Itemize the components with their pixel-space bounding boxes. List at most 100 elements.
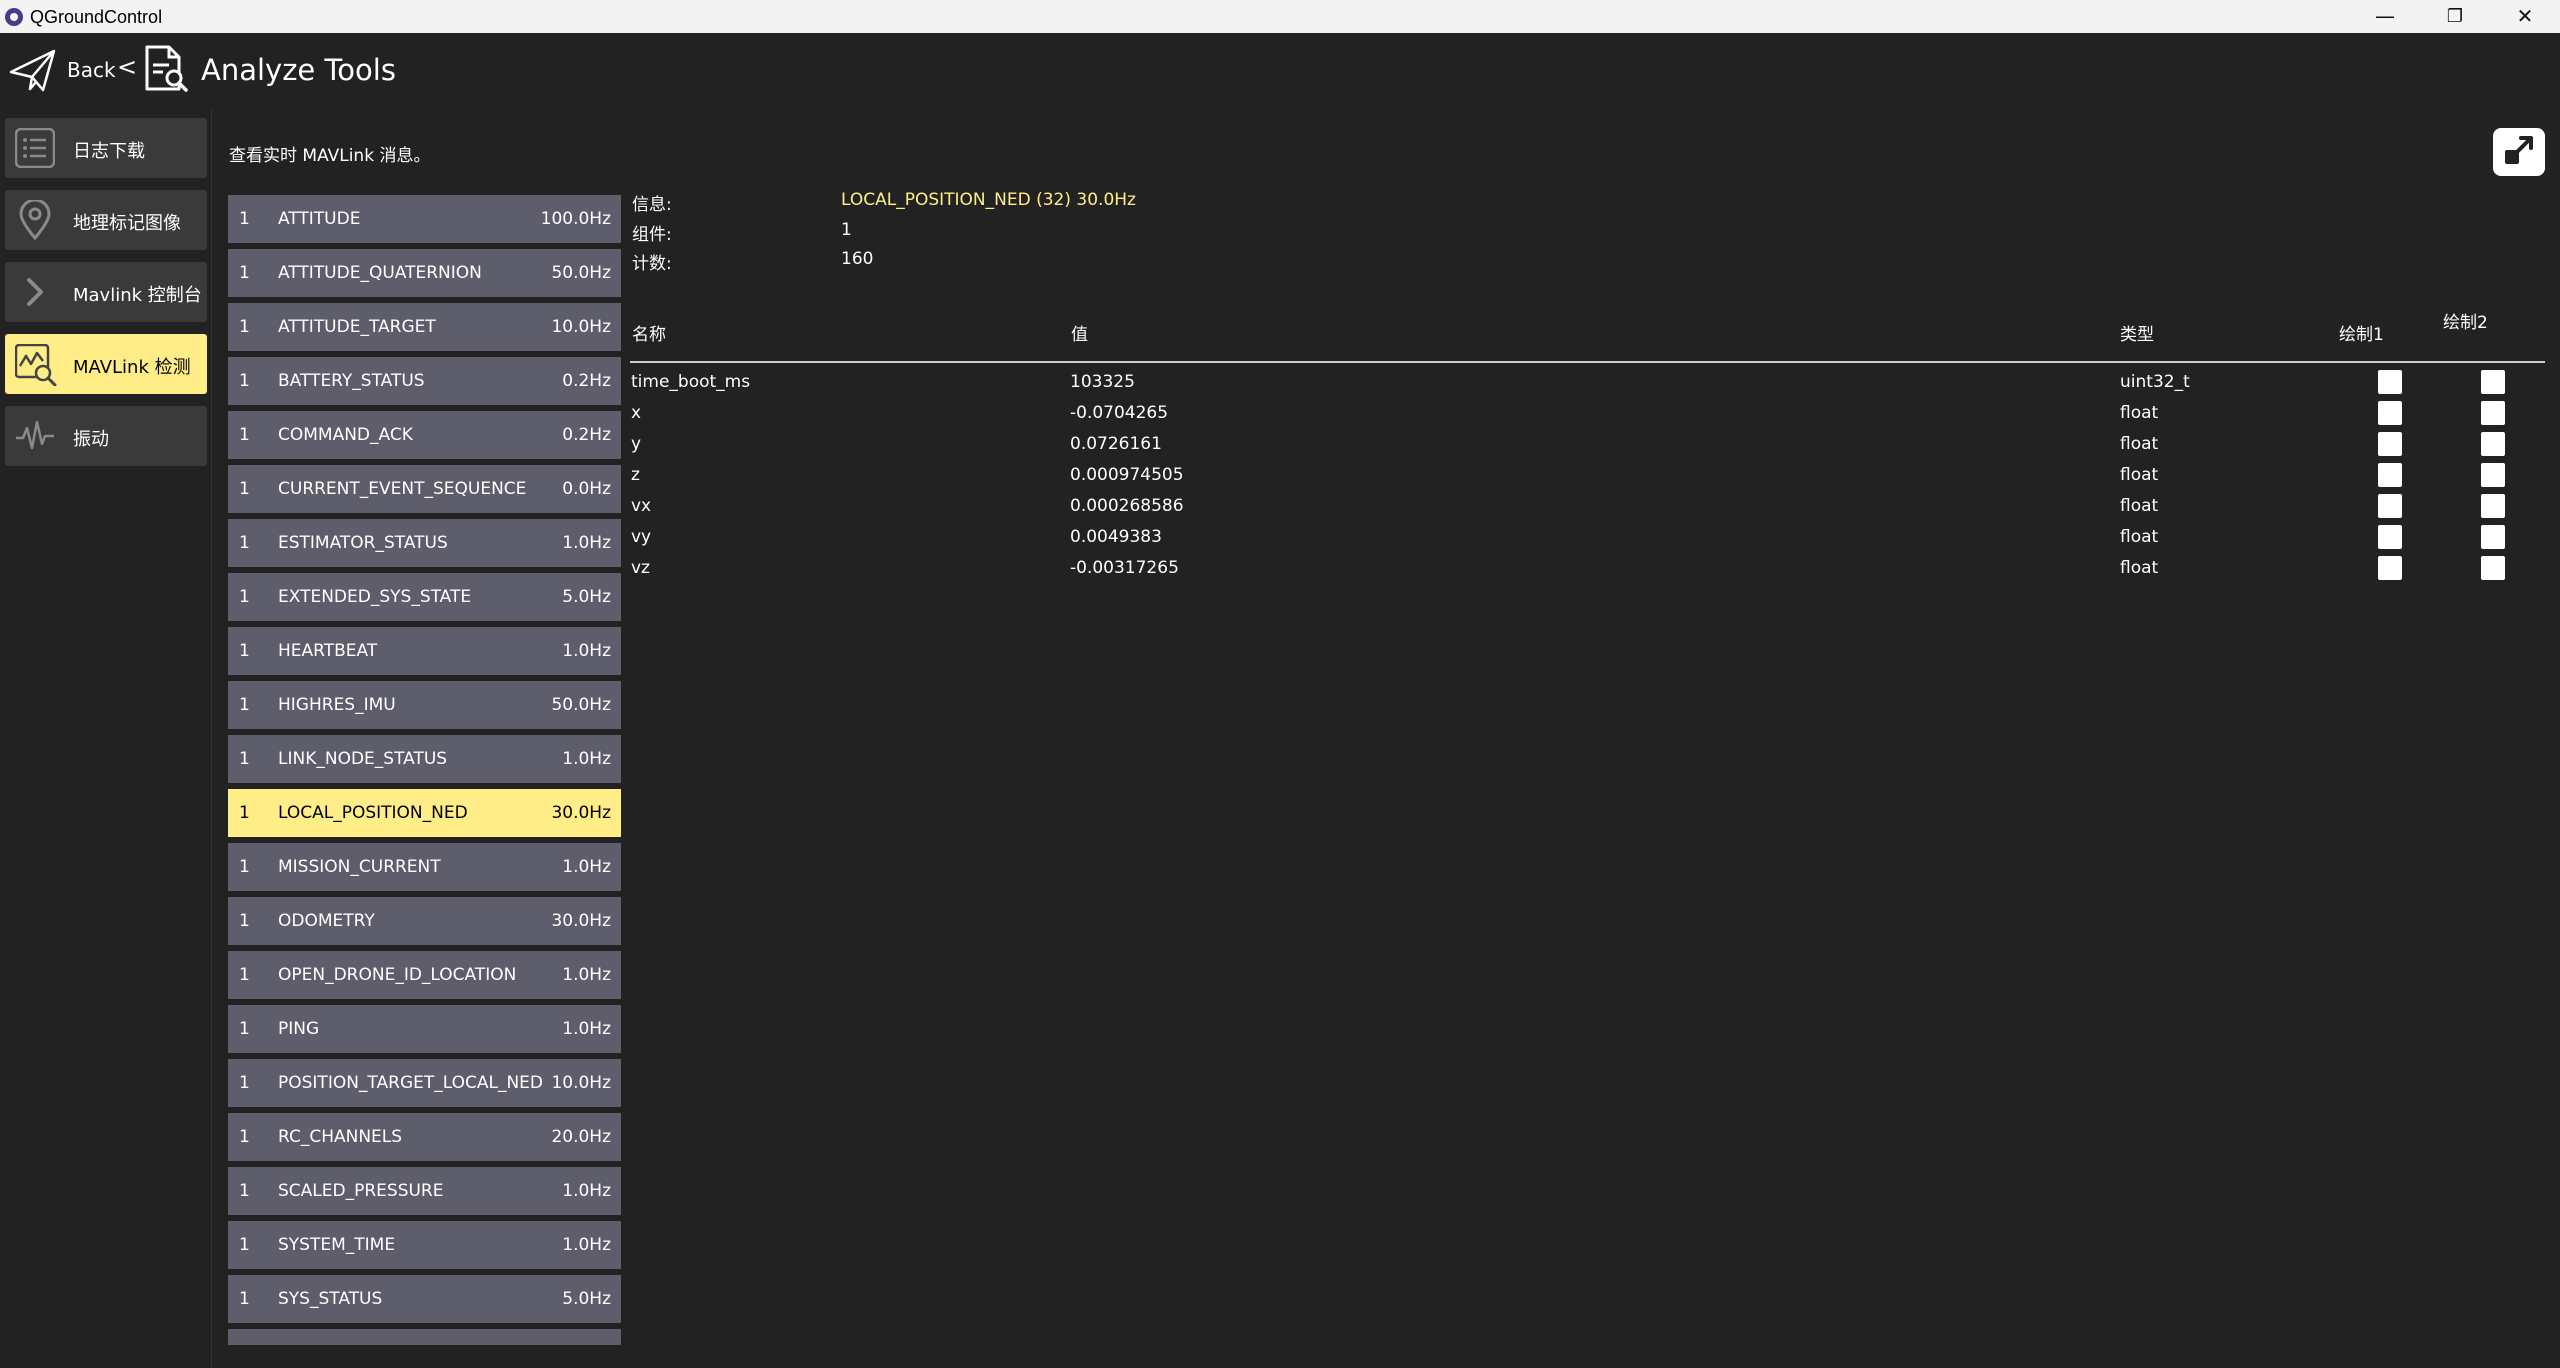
message-row[interactable]: 1 ATTITUDE_QUATERNION 50.0Hz	[228, 249, 621, 297]
message-row[interactable]: 1 ESTIMATOR_STATUS 1.0Hz	[228, 519, 621, 567]
table-header-divider	[630, 361, 2545, 363]
message-row-selected[interactable]: 1 LOCAL_POSITION_NED 30.0Hz	[228, 789, 621, 837]
message-row[interactable]: 1 MISSION_CURRENT 1.0Hz	[228, 843, 621, 891]
message-row[interactable]: 1 HEARTBEAT 1.0Hz	[228, 627, 621, 675]
plot2-checkbox[interactable]	[2481, 556, 2505, 580]
message-name: LINK_NODE_STATUS	[278, 749, 448, 769]
message-row[interactable]: 1 ODOMETRY 30.0Hz	[228, 897, 621, 945]
plot1-checkbox[interactable]	[2378, 432, 2402, 456]
component-label: 组件:	[632, 225, 672, 245]
column-header-name: 名称	[632, 325, 666, 345]
message-name: SYS_STATUS	[278, 1289, 383, 1309]
message-detail-panel: 信息: LOCAL_POSITION_NED (32) 30.0Hz 组件: 1…	[630, 185, 2545, 605]
window-title-bar: QGroundControl — ❐ ✕	[0, 0, 2560, 33]
column-header-plot2: 绘制2	[2443, 313, 2488, 333]
sidebar-item-vibration[interactable]: 振动	[5, 406, 207, 466]
plot1-checkbox[interactable]	[2378, 370, 2402, 394]
sidebar-item-label: 振动	[73, 429, 109, 450]
message-row[interactable]: 1 ATTITUDE 100.0Hz	[228, 195, 621, 243]
message-name: POSITION_TARGET_LOCAL_NED	[278, 1073, 544, 1093]
message-row[interactable]: 1 ATTITUDE_TARGET 10.0Hz	[228, 303, 621, 351]
message-name: RC_CHANNELS	[278, 1127, 403, 1147]
message-row[interactable]: 1 COMMAND_ACK 0.2Hz	[228, 411, 621, 459]
plot2-checkbox[interactable]	[2481, 494, 2505, 518]
plot1-checkbox[interactable]	[2378, 525, 2402, 549]
analyze-sidebar: 日志下载 地理标记图像 Mavlink 控制台 MAVLink 检测 振动	[0, 108, 212, 1368]
message-component-id: 1	[239, 209, 250, 229]
plot2-checkbox[interactable]	[2481, 525, 2505, 549]
message-component-id: 1	[239, 1019, 250, 1039]
message-name: ATTITUDE_TARGET	[278, 317, 436, 337]
field-value: -0.00317265	[1070, 558, 1179, 578]
message-component-id: 1	[239, 857, 250, 877]
message-component-id: 1	[239, 263, 250, 283]
field-name: time_boot_ms	[631, 372, 751, 392]
message-row[interactable]: 1 CURRENT_EVENT_SEQUENCE 0.0Hz	[228, 465, 621, 513]
message-name: ESTIMATOR_STATUS	[278, 533, 448, 553]
message-name: ATTITUDE_QUATERNION	[278, 263, 482, 283]
plot2-checkbox[interactable]	[2481, 370, 2505, 394]
message-row[interactable]: 1 PING 1.0Hz	[228, 1005, 621, 1053]
message-row[interactable]: 1 HIGHRES_IMU 50.0Hz	[228, 681, 621, 729]
message-rate: 1.0Hz	[562, 1235, 611, 1255]
plot2-checkbox[interactable]	[2481, 463, 2505, 487]
message-name: ATTITUDE	[278, 209, 361, 229]
component-value: 1	[841, 220, 852, 240]
message-row[interactable]: 1 SCALED_PRESSURE 1.0Hz	[228, 1167, 621, 1215]
field-value: 103325	[1070, 372, 1135, 392]
message-name: SCALED_PRESSURE	[278, 1181, 444, 1201]
minimize-button[interactable]: —	[2350, 0, 2420, 33]
plot2-checkbox[interactable]	[2481, 401, 2505, 425]
message-component-id: 1	[239, 803, 250, 823]
mavlink-message-list[interactable]: 1 ATTITUDE 100.0Hz 1 ATTITUDE_QUATERNION 50.0…	[228, 195, 621, 1345]
plot2-checkbox[interactable]	[2481, 432, 2505, 456]
sidebar-item-log-download[interactable]: 日志下载	[5, 118, 207, 178]
sidebar-item-mavlink-inspector[interactable]: MAVLink 检测	[5, 334, 207, 394]
plot1-checkbox[interactable]	[2378, 463, 2402, 487]
field-name: y	[631, 434, 642, 454]
message-rate: 0.2Hz	[562, 425, 611, 445]
sidebar-item-label: 地理标记图像	[73, 213, 181, 234]
field-type: float	[2120, 558, 2159, 578]
message-rate: 1.0Hz	[562, 1019, 611, 1039]
column-header-type: 类型	[2120, 325, 2154, 345]
field-name: x	[631, 403, 642, 423]
map-pin-icon	[15, 198, 55, 241]
message-component-id: 1	[239, 533, 250, 553]
message-component-id: 1	[239, 371, 250, 391]
message-name: HIGHRES_IMU	[278, 695, 396, 715]
sidebar-item-mavlink-console[interactable]: Mavlink 控制台	[5, 262, 207, 322]
close-button[interactable]: ✕	[2490, 0, 2560, 33]
chevron-right-icon	[15, 272, 55, 312]
sidebar-item-geotag-images[interactable]: 地理标记图像	[5, 190, 207, 250]
paper-plane-icon[interactable]	[8, 45, 58, 99]
back-button[interactable]: Back	[67, 58, 116, 82]
message-row[interactable]: 1 LINK_NODE_STATUS 1.0Hz	[228, 735, 621, 783]
message-row[interactable]: 1 RC_CHANNELS 20.0Hz	[228, 1113, 621, 1161]
message-row[interactable]	[228, 1329, 621, 1345]
message-component-id: 1	[239, 1127, 250, 1147]
popout-icon	[2505, 136, 2533, 164]
message-row[interactable]: 1 SYSTEM_TIME 1.0Hz	[228, 1221, 621, 1269]
sidebar-item-label: 日志下载	[73, 141, 145, 162]
plot1-checkbox[interactable]	[2378, 556, 2402, 580]
message-row[interactable]: 1 POSITION_TARGET_LOCAL_NED 10.0Hz	[228, 1059, 621, 1107]
message-name: SYSTEM_TIME	[278, 1235, 396, 1255]
plot1-checkbox[interactable]	[2378, 494, 2402, 518]
message-row[interactable]: 1 BATTERY_STATUS 0.2Hz	[228, 357, 621, 405]
message-component-id: 1	[239, 749, 250, 769]
message-row[interactable]: 1 EXTENDED_SYS_STATE 5.0Hz	[228, 573, 621, 621]
message-row[interactable]: 1 OPEN_DRONE_ID_LOCATION 1.0Hz	[228, 951, 621, 999]
maximize-button[interactable]: ❐	[2420, 0, 2490, 33]
page-description: 查看实时 MAVLink 消息。	[229, 146, 431, 166]
field-value: 0.000974505	[1070, 465, 1184, 485]
sidebar-item-label: Mavlink 控制台	[73, 285, 202, 306]
popout-window-button[interactable]	[2493, 128, 2545, 176]
field-value: 0.0049383	[1070, 527, 1162, 547]
message-row[interactable]: 1 SYS_STATUS 5.0Hz	[228, 1275, 621, 1323]
message-rate: 0.2Hz	[562, 371, 611, 391]
message-component-id: 1	[239, 1235, 250, 1255]
message-value: LOCAL_POSITION_NED (32) 30.0Hz	[841, 190, 1136, 210]
plot1-checkbox[interactable]	[2378, 401, 2402, 425]
message-rate: 10.0Hz	[551, 1073, 611, 1093]
